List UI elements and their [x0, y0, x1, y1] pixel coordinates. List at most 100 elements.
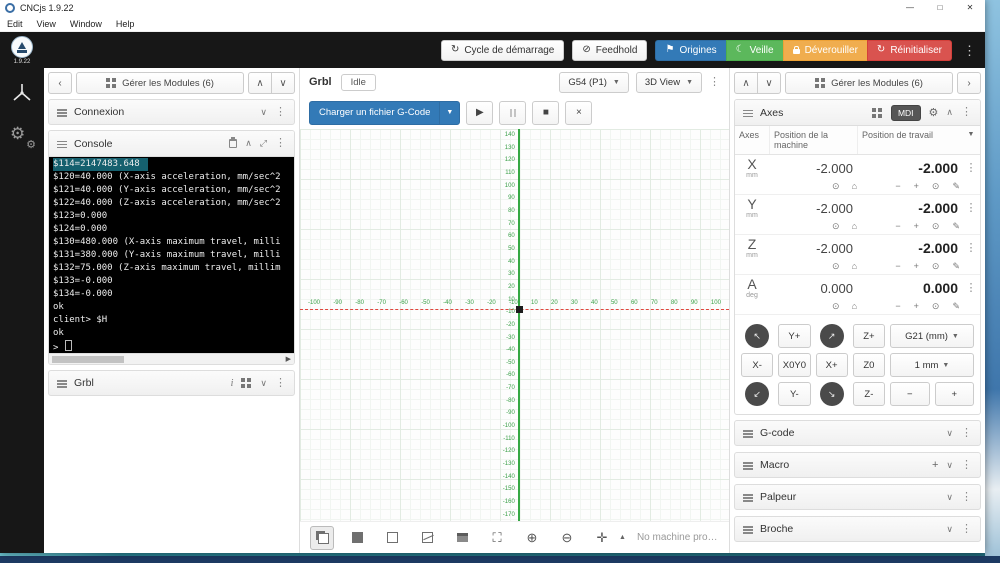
visualizer-3d-view[interactable]: 140130120110100908070605040302010-10-20-…	[300, 129, 729, 521]
console-menu-icon[interactable]: ⋮	[275, 138, 286, 149]
load-gcode-button[interactable]: Charger un fichier G-Code ▼	[309, 101, 460, 125]
scrollbar-thumb[interactable]	[52, 356, 124, 363]
caret-down-icon[interactable]: ▼	[968, 131, 975, 138]
run-button[interactable]: ▶	[466, 101, 493, 125]
clear-console-icon[interactable]	[229, 139, 237, 148]
edit-icon[interactable]: ✎	[952, 302, 960, 311]
collapse-left-panel-button[interactable]: ‹	[48, 72, 72, 94]
toolbar-menu-icon[interactable]: ⋮	[960, 44, 979, 57]
minus-icon[interactable]: −	[895, 222, 900, 231]
axes-widget-header[interactable]: Axes MDI ⚙ ∧ ⋮	[735, 100, 980, 126]
jog-z-minus-button[interactable]: Z-	[853, 382, 885, 406]
widget-down-button[interactable]: ∨	[757, 72, 781, 94]
zero-machine-icon[interactable]: ⊙	[832, 302, 840, 311]
minus-icon[interactable]: −	[895, 302, 900, 311]
zoom-fit-button[interactable]: ⛶	[485, 526, 509, 550]
console-widget-header[interactable]: Console ∧ ⤢ ⋮	[49, 131, 294, 157]
plus-icon[interactable]: +	[914, 222, 919, 231]
step-increase-button[interactable]: +	[935, 382, 975, 406]
pan-mode-button[interactable]: ✛	[590, 526, 614, 550]
plus-icon[interactable]: +	[914, 182, 919, 191]
section-menu-icon[interactable]: ⋮	[961, 524, 972, 535]
zero-machine-icon[interactable]: ⊙	[832, 222, 840, 231]
menu-item[interactable]: Window	[63, 19, 109, 29]
jog-up-left-button[interactable]: ↖	[745, 324, 769, 348]
visualizer-menu-icon[interactable]: ⋮	[709, 77, 720, 88]
axis-menu-icon[interactable]: ⋮	[966, 242, 977, 254]
widget-section-header[interactable]: Palpeur ∨ ⋮	[734, 484, 981, 510]
widget-down-button[interactable]: ∨	[271, 72, 295, 94]
chevron-down-icon[interactable]: ∨	[260, 107, 267, 118]
zero-machine-icon[interactable]: ⊙	[832, 182, 840, 191]
minus-icon[interactable]: −	[895, 262, 900, 271]
view-3d-button[interactable]	[450, 526, 474, 550]
wcs-dropdown[interactable]: G54 (P1) ▼	[559, 72, 628, 93]
zoom-in-button[interactable]: ⊕	[520, 526, 544, 550]
close-gcode-button[interactable]: ×	[565, 101, 592, 125]
zero-work-icon[interactable]: ⊙	[932, 262, 940, 271]
plus-icon[interactable]: +	[914, 302, 919, 311]
sleep-button[interactable]: ☾ Veille	[726, 40, 783, 61]
section-menu-icon[interactable]: ⋮	[961, 428, 972, 439]
widget-section-header[interactable]: Macro + ∨ ⋮	[734, 452, 981, 478]
chevron-up-icon[interactable]: ∧	[946, 107, 953, 118]
add-icon[interactable]: +	[932, 459, 938, 471]
queue-reports-icon[interactable]	[241, 378, 245, 382]
connection-menu-icon[interactable]: ⋮	[275, 107, 286, 118]
stop-button[interactable]: ■	[532, 101, 559, 125]
info-icon[interactable]: i	[231, 378, 234, 389]
console-output[interactable]: $114=2147483.648$120=40.000 (X-axis acce…	[49, 157, 294, 353]
axes-menu-icon[interactable]: ⋮	[961, 107, 972, 118]
jog-x-minus-button[interactable]: X-	[741, 353, 773, 377]
jog-down-left-button[interactable]: ↙	[745, 382, 769, 406]
jog-y-minus-button[interactable]: Y-	[778, 382, 810, 406]
edit-icon[interactable]: ✎	[952, 222, 960, 231]
goto-xy-zero-button[interactable]: X0Y0	[778, 353, 810, 377]
menu-item[interactable]: View	[30, 19, 63, 29]
menu-item[interactable]: Edit	[0, 19, 30, 29]
gear-icon[interactable]: ⚙	[929, 106, 939, 119]
reset-button[interactable]: ↻ Réinitialiser	[867, 40, 952, 61]
minus-icon[interactable]: −	[895, 182, 900, 191]
view-side-button[interactable]	[415, 526, 439, 550]
expand-right-panel-button[interactable]: ›	[957, 72, 981, 94]
xyz-axes-icon[interactable]	[11, 82, 33, 104]
close-button[interactable]: ✕	[955, 0, 985, 16]
axis-menu-icon[interactable]: ⋮	[966, 162, 977, 174]
widget-up-button[interactable]: ∧	[248, 72, 272, 94]
feedhold-button[interactable]: ⊘ Feedhold	[572, 40, 647, 61]
chevron-down-icon[interactable]: ∨	[946, 492, 953, 503]
cycle-start-button[interactable]: ↻ Cycle de démarrage	[441, 40, 564, 61]
zoom-out-button[interactable]: ⊖	[555, 526, 579, 550]
jog-z-plus-button[interactable]: Z+	[853, 324, 885, 348]
manage-modules-button-left[interactable]: Gérer les Modules (6)	[76, 72, 244, 94]
widget-section-header[interactable]: Broche ∨ ⋮	[734, 516, 981, 542]
chevron-down-icon[interactable]: ∨	[260, 378, 267, 389]
caret-up-icon[interactable]: ▲	[619, 534, 626, 541]
section-menu-icon[interactable]: ⋮	[961, 460, 972, 471]
step-decrease-button[interactable]: −	[890, 382, 930, 406]
chevron-down-icon[interactable]: ∨	[946, 428, 953, 439]
view-mode-dropdown[interactable]: 3D View ▼	[636, 72, 702, 93]
widget-section-header[interactable]: G-code ∨ ⋮	[734, 420, 981, 446]
axis-menu-icon[interactable]: ⋮	[966, 202, 977, 214]
step-size-dropdown[interactable]: 1 mm ▼	[890, 353, 974, 377]
settings-gears-icon[interactable]: ⚙ ⚙	[10, 124, 34, 148]
minimize-button[interactable]: —	[895, 0, 925, 16]
pause-button[interactable]	[499, 101, 526, 125]
view-front-button[interactable]	[380, 526, 404, 550]
zero-work-icon[interactable]: ⊙	[932, 302, 940, 311]
plus-icon[interactable]: +	[914, 262, 919, 271]
chevron-down-icon[interactable]: ∨	[946, 524, 953, 535]
unlock-button[interactable]: Déverouiller	[783, 40, 867, 61]
view-top-button[interactable]	[345, 526, 369, 550]
scroll-right-icon[interactable]: ▶	[286, 355, 291, 363]
caret-down-icon[interactable]: ▼	[439, 102, 459, 124]
chevron-down-icon[interactable]: ∨	[946, 460, 953, 471]
zero-work-icon[interactable]: ⊙	[932, 182, 940, 191]
mdi-button[interactable]: MDI	[891, 105, 921, 121]
widget-up-button[interactable]: ∧	[734, 72, 758, 94]
zero-machine-icon[interactable]: ⊙	[832, 262, 840, 271]
grbl-menu-icon[interactable]: ⋮	[275, 378, 286, 389]
maximize-button[interactable]: □	[925, 0, 955, 16]
